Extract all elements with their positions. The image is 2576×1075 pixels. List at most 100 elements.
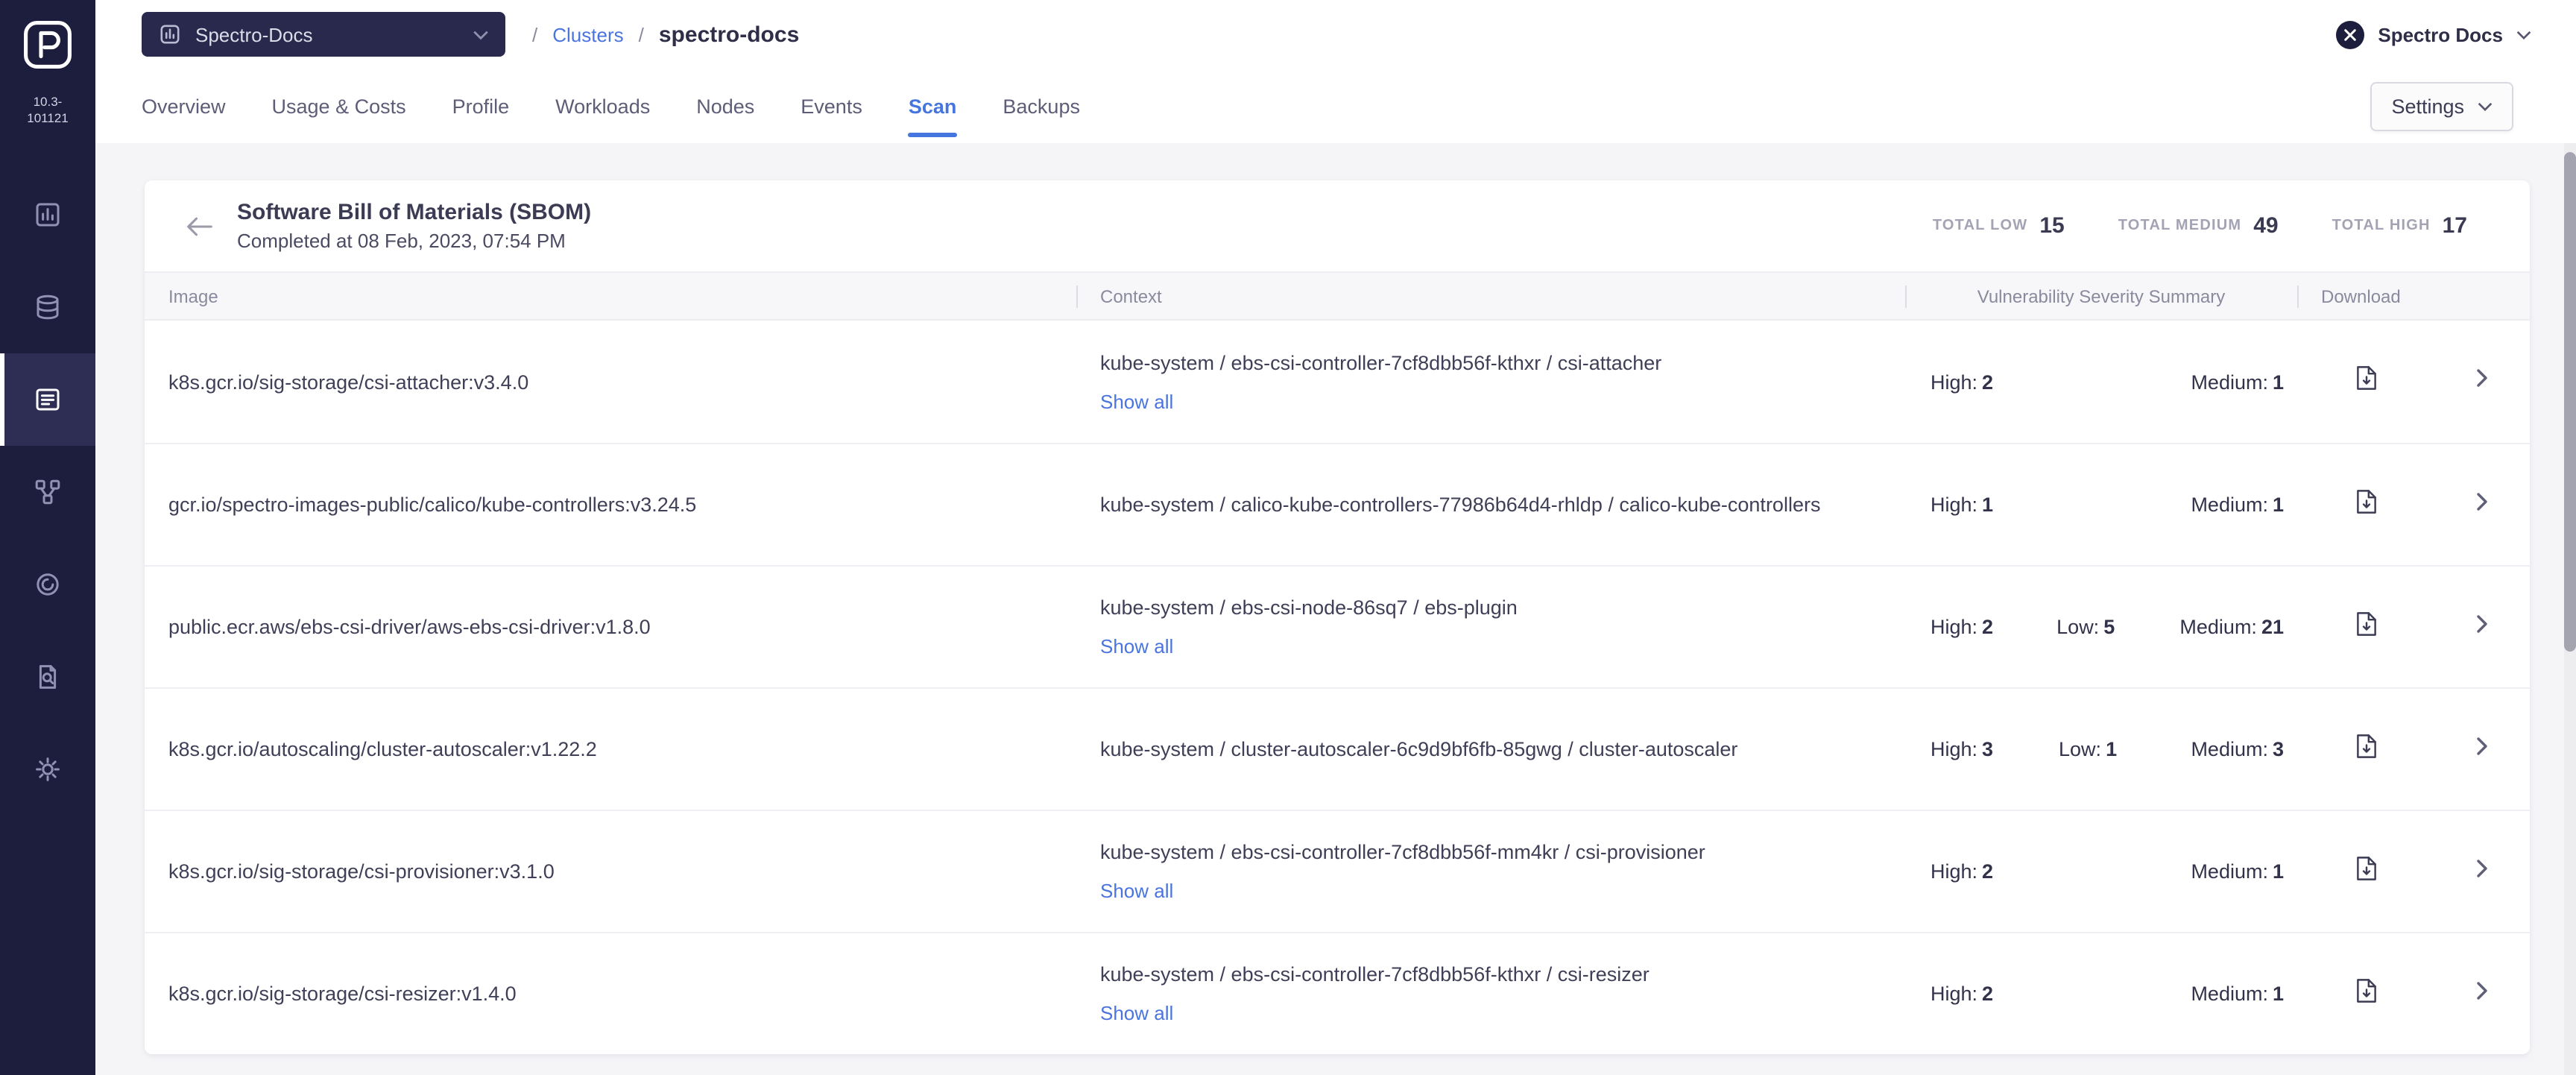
high-severity: High:2: [1931, 371, 2059, 393]
scrollbar[interactable]: [2564, 143, 2576, 1075]
tab-profile[interactable]: Profile: [452, 69, 510, 143]
tab-overview[interactable]: Overview: [142, 69, 226, 143]
tab-events[interactable]: Events: [801, 69, 862, 143]
settings-label: Settings: [2391, 95, 2464, 117]
main-column: Spectro-Docs / Clusters / spectro-docs S…: [95, 0, 2576, 1075]
file-download-icon: [2355, 733, 2377, 766]
topbar: Spectro-Docs / Clusters / spectro-docs S…: [95, 0, 2576, 69]
severity-cell: High:2 Medium:1: [1905, 860, 2297, 883]
medium-severity: Medium:1: [2191, 494, 2284, 516]
file-download-icon: [2355, 488, 2377, 521]
file-download-icon: [2355, 855, 2377, 888]
sbom-titles: Software Bill of Materials (SBOM) Comple…: [237, 200, 591, 252]
app-window: 10.3- 101121 Spectro-Docs / Clu: [0, 0, 2576, 1075]
high-severity: High:2: [1931, 860, 2059, 883]
tab-backups[interactable]: Backups: [1003, 69, 1080, 143]
column-image: Image: [145, 286, 1076, 306]
context-text: kube-system / ebs-csi-controller-7cf8dbb…: [1100, 838, 1863, 866]
context-text: kube-system / calico-kube-controllers-77…: [1100, 491, 1863, 519]
medium-severity: Medium:1: [2191, 371, 2284, 393]
sidebar-item-gear[interactable]: [0, 723, 95, 816]
context-text: kube-system / ebs-csi-controller-7cf8dbb…: [1100, 960, 1863, 989]
sidebar-item-profiles-stack[interactable]: [0, 261, 95, 353]
row-expand-chevron[interactable]: [2434, 368, 2530, 395]
project-selector[interactable]: Spectro-Docs: [142, 12, 505, 57]
table-row[interactable]: gcr.io/spectro-images-public/calico/kube…: [145, 443, 2530, 565]
version-label: 10.3- 101121: [27, 94, 68, 127]
tab-nodes[interactable]: Nodes: [696, 69, 754, 143]
chevron-right-icon: [2476, 614, 2488, 640]
show-all-link[interactable]: Show all: [1100, 632, 1863, 661]
download-sbom-button[interactable]: [2297, 488, 2434, 521]
total-total-medium: TOTAL MEDIUM49: [2118, 213, 2279, 239]
sidebar-item-audit-search[interactable]: [0, 631, 95, 723]
chevron-right-icon: [2476, 980, 2488, 1007]
sbom-completed-at: Completed at 08 Feb, 2023, 07:54 PM: [237, 230, 591, 252]
download-sbom-button[interactable]: [2297, 365, 2434, 398]
context-text: kube-system / ebs-csi-node-86sq7 / ebs-p…: [1100, 593, 1863, 622]
download-sbom-button[interactable]: [2297, 977, 2434, 1010]
table-row[interactable]: public.ecr.aws/ebs-csi-driver/aws-ebs-cs…: [145, 565, 2530, 687]
tab-usage-costs[interactable]: Usage & Costs: [272, 69, 406, 143]
tab-workloads[interactable]: Workloads: [555, 69, 650, 143]
tab-scan[interactable]: Scan: [909, 69, 957, 143]
image-name: k8s.gcr.io/autoscaling/cluster-autoscale…: [145, 738, 1076, 760]
tenant-name: Spectro Docs: [2378, 23, 2503, 45]
ring-icon: [33, 570, 63, 599]
sidebar-item-clusters-list[interactable]: [0, 353, 95, 446]
medium-severity: Medium:1: [2191, 983, 2284, 1005]
image-name: k8s.gcr.io/sig-storage/csi-attacher:v3.4…: [145, 371, 1076, 393]
low-severity: Low:5: [2056, 616, 2179, 638]
image-name: public.ecr.aws/ebs-csi-driver/aws-ebs-cs…: [145, 616, 1076, 638]
sbom-card: Software Bill of Materials (SBOM) Comple…: [145, 180, 2530, 1054]
chevron-right-icon: [2476, 368, 2488, 395]
table-row[interactable]: k8s.gcr.io/sig-storage/csi-resizer:v1.4.…: [145, 932, 2530, 1054]
severity-cell: High:2 Medium:1: [1905, 983, 2297, 1005]
medium-severity: Medium:1: [2191, 860, 2284, 883]
row-expand-chevron[interactable]: [2434, 736, 2530, 763]
download-sbom-button[interactable]: [2297, 855, 2434, 888]
sidebar-item-dashboard[interactable]: [0, 168, 95, 261]
sbom-title: Software Bill of Materials (SBOM): [237, 200, 591, 225]
breadcrumb-clusters-link[interactable]: Clusters: [552, 23, 623, 45]
breadcrumb: / Clusters / spectro-docs: [532, 22, 799, 47]
sidebar-nav: [0, 168, 95, 816]
sbom-header: Software Bill of Materials (SBOM) Comple…: [145, 180, 2530, 271]
high-severity: High:2: [1931, 983, 2059, 1005]
total-total-low: TOTAL LOW15: [1933, 213, 2065, 239]
row-expand-chevron[interactable]: [2434, 858, 2530, 885]
audit-search-icon: [33, 662, 63, 692]
chevron-right-icon: [2476, 858, 2488, 885]
row-expand-chevron[interactable]: [2434, 614, 2530, 640]
sbom-table-body: k8s.gcr.io/sig-storage/csi-attacher:v3.4…: [145, 321, 2530, 1054]
breadcrumb-current: spectro-docs: [659, 22, 799, 47]
scrollbar-thumb[interactable]: [2564, 152, 2576, 652]
show-all-link[interactable]: Show all: [1100, 877, 1863, 905]
show-all-link[interactable]: Show all: [1100, 999, 1863, 1027]
chevron-down-icon: [2516, 29, 2531, 40]
tenant-menu[interactable]: Spectro Docs: [2336, 20, 2531, 48]
row-expand-chevron[interactable]: [2434, 491, 2530, 518]
sidebar-item-network[interactable]: [0, 446, 95, 538]
chevron-right-icon: [2476, 736, 2488, 763]
tenant-avatar: [2336, 20, 2364, 48]
dashboard-icon: [33, 200, 63, 230]
context-text: kube-system / ebs-csi-controller-7cf8dbb…: [1100, 348, 1863, 376]
table-row[interactable]: k8s.gcr.io/autoscaling/cluster-autoscale…: [145, 687, 2530, 810]
image-name: k8s.gcr.io/sig-storage/csi-resizer:v1.4.…: [145, 983, 1076, 1005]
show-all-link[interactable]: Show all: [1100, 387, 1863, 415]
table-row[interactable]: k8s.gcr.io/sig-storage/csi-provisioner:v…: [145, 810, 2530, 932]
spectro-cloud-logo[interactable]: [19, 16, 76, 73]
low-severity: Low:1: [2059, 738, 2184, 760]
settings-button[interactable]: Settings: [2370, 81, 2513, 130]
image-name: k8s.gcr.io/sig-storage/csi-provisioner:v…: [145, 860, 1076, 883]
severity-cell: High:2Low:5Medium:21: [1905, 616, 2297, 638]
download-sbom-button[interactable]: [2297, 611, 2434, 643]
column-context: Context: [1076, 286, 1905, 306]
sidebar-item-ring[interactable]: [0, 538, 95, 631]
download-sbom-button[interactable]: [2297, 733, 2434, 766]
row-expand-chevron[interactable]: [2434, 980, 2530, 1007]
table-row[interactable]: k8s.gcr.io/sig-storage/csi-attacher:v3.4…: [145, 321, 2530, 443]
back-arrow-icon[interactable]: [186, 215, 213, 236]
sidebar: 10.3- 101121: [0, 0, 95, 1075]
